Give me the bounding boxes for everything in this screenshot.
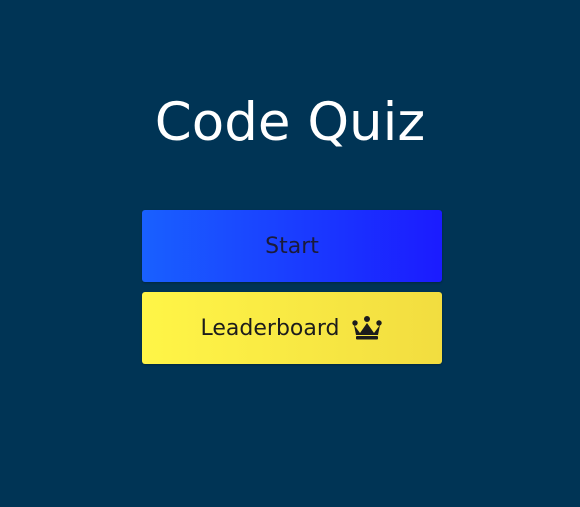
start-button[interactable]: Start: [142, 210, 442, 282]
quiz-home-screen: Code Quiz Start Leaderboard: [0, 0, 580, 507]
start-button-label: Start: [265, 233, 319, 259]
crown-icon: [351, 315, 383, 341]
page-title: Code Quiz: [154, 92, 426, 153]
leaderboard-button-label: Leaderboard: [200, 315, 340, 341]
leaderboard-button[interactable]: Leaderboard: [142, 292, 442, 364]
